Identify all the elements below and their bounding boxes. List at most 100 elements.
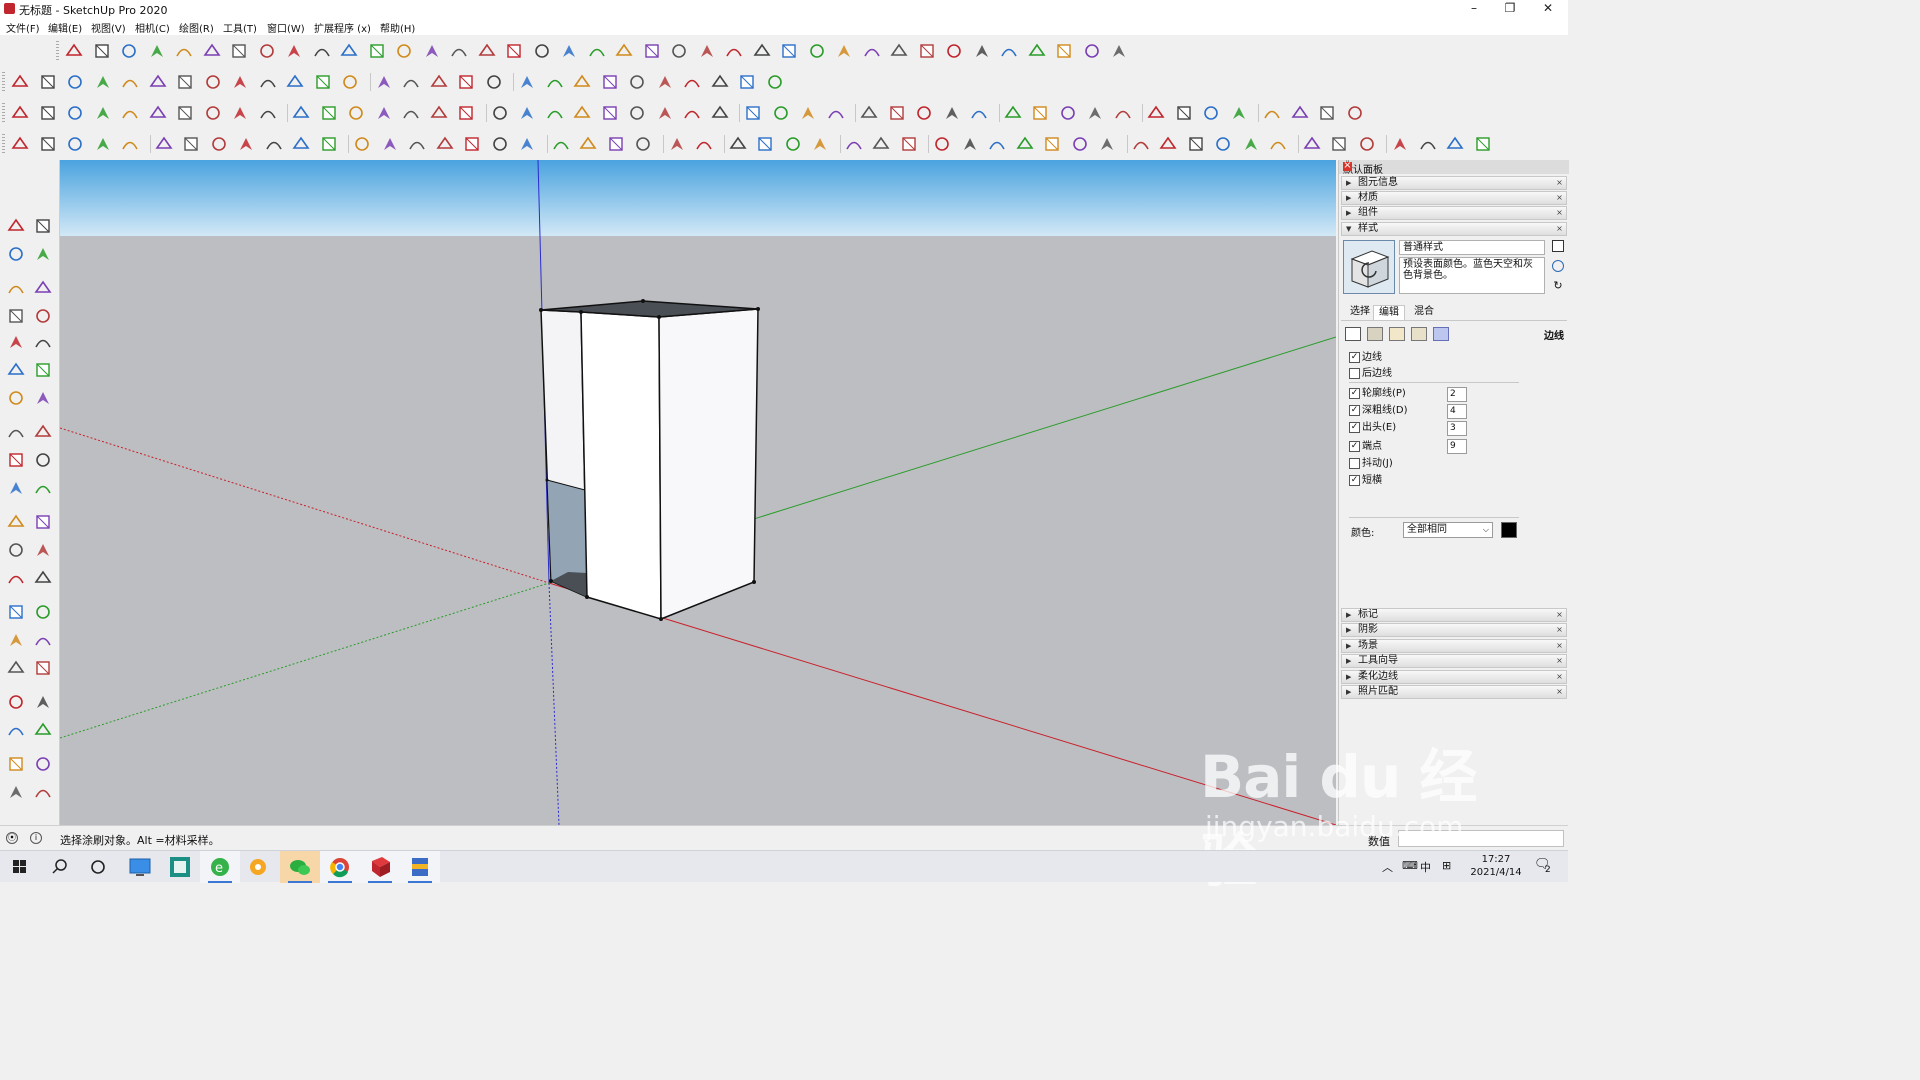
tool-row3-18-icon[interactable] bbox=[517, 103, 537, 123]
tool-row4-41-icon[interactable] bbox=[1186, 134, 1206, 154]
section-components[interactable]: ▶ 组件 × bbox=[1341, 206, 1567, 220]
edge-color-swatch[interactable] bbox=[1501, 522, 1517, 538]
tool-row1-37-icon[interactable] bbox=[1082, 41, 1102, 61]
tool-row1-5-icon[interactable] bbox=[202, 41, 222, 61]
left-tool-4-icon[interactable] bbox=[6, 278, 26, 298]
tool-row4-24-icon[interactable] bbox=[694, 134, 714, 154]
tool-row2-22-icon[interactable] bbox=[627, 72, 647, 92]
tool-row3-43-icon[interactable] bbox=[1229, 103, 1249, 123]
tool-row4-44-icon[interactable] bbox=[1268, 134, 1288, 154]
tool-row3-12-icon[interactable] bbox=[346, 103, 366, 123]
left-tool-9-icon[interactable] bbox=[33, 332, 53, 352]
endpoints-checkbox[interactable]: ✓ bbox=[1349, 441, 1360, 452]
info-icon[interactable]: i bbox=[30, 832, 42, 844]
tool-row4-50-icon[interactable] bbox=[1445, 134, 1465, 154]
menu-window[interactable]: 窗口(W) bbox=[267, 20, 305, 35]
profiles-checkbox[interactable]: ✓ bbox=[1349, 388, 1360, 399]
menu-camera[interactable]: 相机(C) bbox=[135, 20, 170, 35]
tool-row4-33-icon[interactable] bbox=[960, 134, 980, 154]
tool-row3-45-icon[interactable] bbox=[1290, 103, 1310, 123]
tool-row1-11-icon[interactable] bbox=[367, 41, 387, 61]
section-close-icon[interactable]: × bbox=[1555, 626, 1564, 635]
tool-row1-2-icon[interactable] bbox=[119, 41, 139, 61]
tool-row4-20-icon[interactable] bbox=[578, 134, 598, 154]
tool-row1-36-icon[interactable] bbox=[1054, 41, 1074, 61]
tool-row2-17-icon[interactable] bbox=[484, 72, 504, 92]
task-view-button[interactable] bbox=[78, 851, 118, 883]
tool-row1-14-icon[interactable] bbox=[449, 41, 469, 61]
tool-row1-12-icon[interactable] bbox=[394, 41, 414, 61]
tool-row1-38-icon[interactable] bbox=[1109, 41, 1129, 61]
tool-row4-17-icon[interactable] bbox=[490, 134, 510, 154]
tool-row4-15-icon[interactable] bbox=[435, 134, 455, 154]
tool-row2-5-icon[interactable] bbox=[148, 72, 168, 92]
toolbar-grip[interactable] bbox=[2, 134, 5, 154]
tool-row2-23-icon[interactable] bbox=[655, 72, 675, 92]
tool-row1-13-icon[interactable] bbox=[422, 41, 442, 61]
left-tool-20-icon[interactable] bbox=[6, 512, 26, 532]
tool-row2-0-icon[interactable] bbox=[10, 72, 30, 92]
tool-row2-20-icon[interactable] bbox=[572, 72, 592, 92]
tool-row1-4-icon[interactable] bbox=[174, 41, 194, 61]
tool-row4-49-icon[interactable] bbox=[1418, 134, 1438, 154]
back-edges-checkbox[interactable] bbox=[1349, 368, 1360, 379]
tool-row4-18-icon[interactable] bbox=[517, 134, 537, 154]
tool-row1-6-icon[interactable] bbox=[229, 41, 249, 61]
tool-row1-34-icon[interactable] bbox=[999, 41, 1019, 61]
left-tool-35-icon[interactable] bbox=[33, 720, 53, 740]
tool-row4-21-icon[interactable] bbox=[606, 134, 626, 154]
tool-row3-35-icon[interactable] bbox=[1003, 103, 1023, 123]
tool-row3-10-icon[interactable] bbox=[291, 103, 311, 123]
taskbar-search-button[interactable] bbox=[40, 851, 80, 883]
menu-view[interactable]: 视图(V) bbox=[91, 20, 126, 35]
modeling-settings-icon[interactable] bbox=[1433, 327, 1449, 341]
tool-row1-10-icon[interactable] bbox=[339, 41, 359, 61]
tool-row3-4-icon[interactable] bbox=[120, 103, 140, 123]
section-instructor[interactable]: ▶ 工具向导 × bbox=[1341, 654, 1567, 668]
taskbar-app-teal[interactable] bbox=[160, 851, 200, 883]
tab-mix[interactable]: 混合 bbox=[1409, 305, 1439, 321]
minimize-button[interactable]: – bbox=[1458, 0, 1490, 18]
tool-row1-32-icon[interactable] bbox=[944, 41, 964, 61]
depth-cue-input[interactable]: 4 bbox=[1447, 404, 1467, 419]
menu-help[interactable]: 帮助(H) bbox=[380, 20, 415, 35]
tool-row1-31-icon[interactable] bbox=[917, 41, 937, 61]
tool-row4-0-icon[interactable] bbox=[10, 134, 30, 154]
update-style-icon[interactable] bbox=[1552, 260, 1564, 272]
taskbar-chrome[interactable] bbox=[320, 851, 360, 883]
tool-row4-19-icon[interactable] bbox=[551, 134, 571, 154]
tool-row2-9-icon[interactable] bbox=[258, 72, 278, 92]
tool-row2-6-icon[interactable] bbox=[175, 72, 195, 92]
tool-row1-29-icon[interactable] bbox=[862, 41, 882, 61]
tool-row4-22-icon[interactable] bbox=[633, 134, 653, 154]
section-close-icon[interactable]: × bbox=[1555, 225, 1564, 234]
tool-row3-1-icon[interactable] bbox=[38, 103, 58, 123]
tool-row3-29-icon[interactable] bbox=[826, 103, 846, 123]
tool-row4-30-icon[interactable] bbox=[871, 134, 891, 154]
tool-row4-28-icon[interactable] bbox=[810, 134, 830, 154]
left-tool-34-icon[interactable] bbox=[6, 720, 26, 740]
tool-row4-32-icon[interactable] bbox=[932, 134, 952, 154]
left-tool-32-icon[interactable] bbox=[6, 692, 26, 712]
left-tool-29-icon[interactable] bbox=[33, 630, 53, 650]
tool-row4-46-icon[interactable] bbox=[1329, 134, 1349, 154]
menu-file[interactable]: 文件(F) bbox=[6, 20, 40, 35]
tool-row2-18-icon[interactable] bbox=[517, 72, 537, 92]
tool-row1-27-icon[interactable] bbox=[807, 41, 827, 61]
tool-row4-51-icon[interactable] bbox=[1473, 134, 1493, 154]
tool-row3-20-icon[interactable] bbox=[572, 103, 592, 123]
close-button[interactable]: ✕ bbox=[1532, 0, 1564, 18]
left-tool-8-icon[interactable] bbox=[6, 332, 26, 352]
tool-row3-34-icon[interactable] bbox=[969, 103, 989, 123]
tool-row3-16-icon[interactable] bbox=[456, 103, 476, 123]
tool-row2-16-icon[interactable] bbox=[456, 72, 476, 92]
tool-row2-21-icon[interactable] bbox=[600, 72, 620, 92]
left-tool-2-icon[interactable] bbox=[6, 244, 26, 264]
tool-row3-36-icon[interactable] bbox=[1030, 103, 1050, 123]
left-tool-22-icon[interactable] bbox=[6, 540, 26, 560]
tool-row4-29-icon[interactable] bbox=[844, 134, 864, 154]
extension-checkbox[interactable]: ✓ bbox=[1349, 422, 1360, 433]
style-description-field[interactable]: 预设表面颜色。蓝色天空和灰色背景色。 bbox=[1399, 257, 1545, 294]
tool-row4-10-icon[interactable] bbox=[291, 134, 311, 154]
left-tool-13-icon[interactable] bbox=[33, 388, 53, 408]
